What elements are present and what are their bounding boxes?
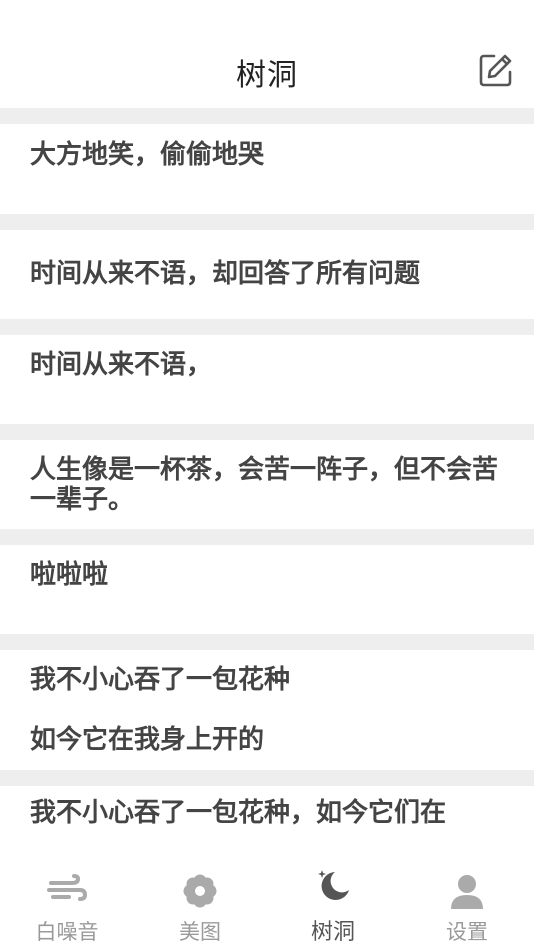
tab-label: 树洞: [310, 920, 355, 945]
post-text: 啦啦啦: [30, 560, 109, 590]
tab-label: 白噪音: [35, 920, 99, 944]
post-text: 大方地笑，偷偷地哭: [30, 140, 265, 170]
divider: [0, 424, 534, 440]
tab-treehole[interactable]: 树洞: [266, 870, 400, 948]
post-text: 我不小心吞了一包花种: [30, 665, 291, 695]
post-text: 时间从来不语，却回答了所有问题: [30, 259, 421, 289]
tab-gallery[interactable]: 美图: [133, 872, 267, 948]
divider: [0, 529, 534, 545]
bottom-tab-bar: 白噪音 美图 树洞 设置: [0, 860, 534, 950]
flower-icon: [183, 874, 217, 908]
compose-button[interactable]: [478, 52, 514, 88]
post-text: 我不小心吞了一包花种，如今它们在: [30, 798, 447, 828]
moon-stars-icon: [318, 870, 349, 900]
divider: [0, 108, 534, 124]
person-icon: [451, 875, 483, 909]
post-card[interactable]: 时间从来不语，却回答了所有问题: [0, 230, 534, 319]
post-card[interactable]: 啦啦啦: [0, 545, 534, 634]
divider: [0, 319, 534, 335]
post-card[interactable]: 时间从来不语，: [0, 335, 534, 424]
top-bar: 树洞: [0, 0, 534, 108]
post-card[interactable]: 我不小心吞了一包花种，如今它们在: [0, 786, 534, 860]
post-text: 一辈子。: [30, 485, 135, 515]
tab-settings[interactable]: 设置: [400, 872, 534, 948]
post-card[interactable]: 大方地笑，偷偷地哭: [0, 124, 534, 214]
page-title: 树洞: [236, 58, 298, 93]
post-text: 如今它在我身上开的: [30, 725, 265, 755]
divider: [0, 770, 534, 786]
tab-white-noise[interactable]: 白噪音: [0, 872, 134, 948]
post-card[interactable]: 我不小心吞了一包花种 如今它在我身上开的: [0, 650, 534, 770]
tab-label: 设置: [446, 920, 488, 944]
tab-label: 美图: [179, 920, 221, 944]
post-feed[interactable]: 大方地笑，偷偷地哭 时间从来不语，却回答了所有问题 时间从来不语， 人生像是一杯…: [0, 108, 534, 860]
post-text: 时间从来不语，: [30, 350, 213, 380]
post-blank-line: [30, 696, 504, 724]
post-card[interactable]: 人生像是一杯茶，会苦一阵子，但不会苦 一辈子。: [0, 440, 534, 529]
divider: [0, 214, 534, 230]
wind-icon: [47, 874, 87, 901]
edit-icon: [479, 54, 512, 87]
post-text: 人生像是一杯茶，会苦一阵子，但不会苦: [30, 455, 499, 485]
divider: [0, 634, 534, 650]
